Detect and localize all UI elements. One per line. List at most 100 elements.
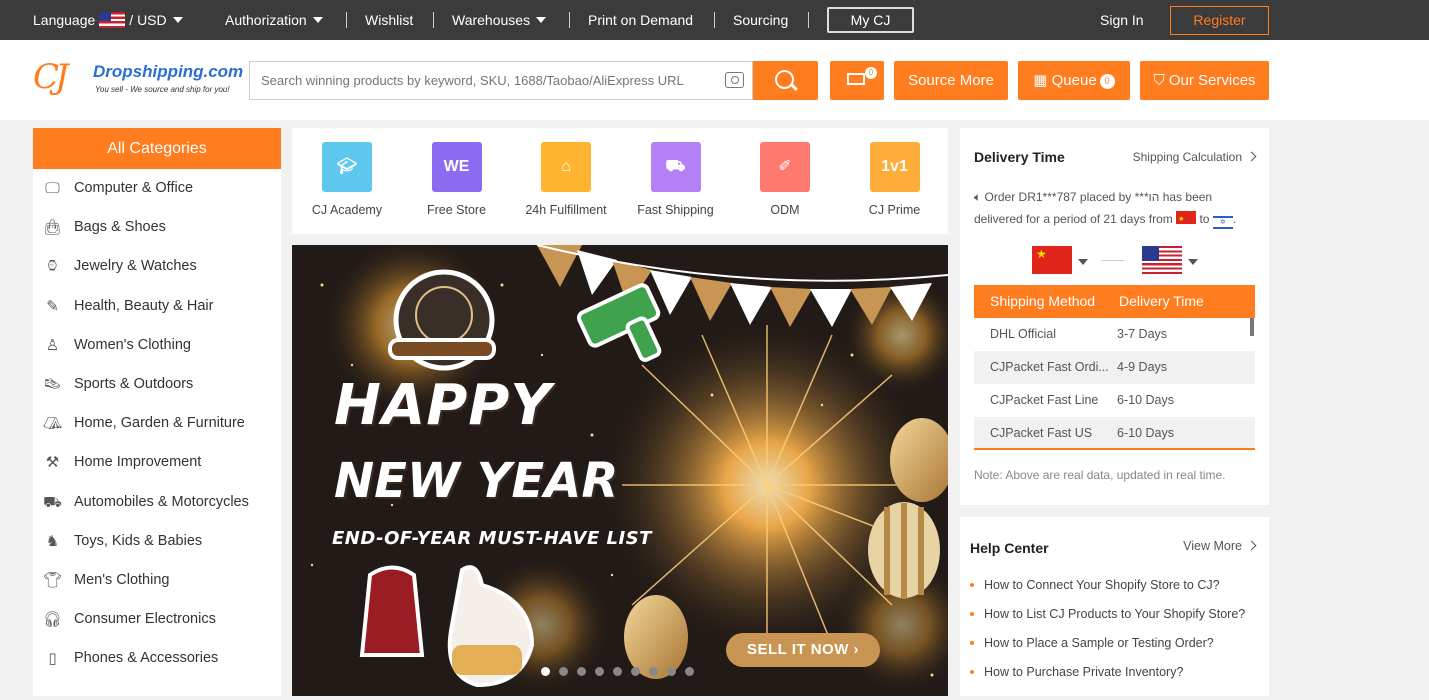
queue-count-badge: 0	[1099, 74, 1115, 89]
promo-banner[interactable]: HAPPY NEW YEAR END-OF-YEAR MUST-HAVE LIS…	[292, 245, 948, 696]
quick-link-label: CJ Academy	[311, 203, 383, 217]
sofa-icon: ⛺︎	[43, 415, 63, 433]
category-item[interactable]: 👟︎ Sports & Outdoors	[33, 365, 281, 404]
cart-button[interactable]: 0	[830, 61, 884, 100]
shipping-table-header: Shipping Method Delivery Time	[974, 285, 1255, 318]
carousel-dot[interactable]	[649, 667, 658, 676]
divider	[433, 12, 434, 28]
israel-flag-icon: ✡	[1212, 216, 1233, 229]
delivery-message: 🔈︎ Order DR1***787 placed by ***הו has b…	[974, 186, 1259, 231]
our-services-button[interactable]: ⛉ Our Services	[1140, 61, 1269, 100]
category-item[interactable]: ⛺︎ Home, Garden & Furniture	[33, 404, 281, 443]
us-flag-icon	[99, 12, 126, 28]
category-label: Home Improvement	[74, 454, 202, 471]
quick-link[interactable]: 🎓︎ CJ Academy	[292, 142, 402, 217]
search-button[interactable]	[753, 61, 818, 100]
carousel-dot[interactable]	[541, 667, 550, 676]
sneaker-icon: 👟︎	[43, 375, 63, 393]
category-item[interactable]: 👕︎ Men's Clothing	[33, 561, 281, 600]
chevron-down-icon	[536, 17, 547, 23]
all-categories-header[interactable]: All Categories	[33, 128, 281, 169]
delivery-time-cell: 3-7 Days	[1117, 327, 1168, 341]
source-more-label: Source More	[908, 72, 994, 89]
cart-icon	[847, 73, 865, 85]
help-link[interactable]: How to Connect Your Shopify Store to CJ?	[970, 575, 1245, 604]
delivery-to-label: to	[1199, 212, 1210, 226]
category-sidebar: All Categories 🖵︎ Computer & Office 👜︎ Bags…	[33, 128, 281, 696]
carousel-dot[interactable]	[631, 667, 640, 676]
quick-link[interactable]: ⌂ 24h Fulfillment	[511, 142, 621, 217]
quick-link-label: ODM	[770, 203, 800, 217]
ruler-pencil-icon: ✐	[760, 142, 810, 192]
sign-in-link[interactable]: Sign In	[1100, 0, 1144, 40]
china-flag-icon	[1176, 209, 1197, 231]
banner-headline-2: NEW YEAR	[334, 453, 619, 509]
carousel-dot[interactable]	[559, 667, 568, 676]
language-label: Language	[33, 12, 96, 28]
authorization-menu[interactable]: Authorization	[225, 0, 323, 40]
logo-name: Dropshipping.com	[93, 62, 244, 81]
column-shipping-method: Shipping Method	[990, 293, 1096, 309]
chevron-right-icon: ›	[853, 641, 860, 658]
rocking-horse-icon: ♞	[45, 532, 60, 550]
register-button[interactable]: Register	[1170, 6, 1269, 35]
search-input[interactable]	[250, 62, 720, 99]
help-link[interactable]: How to Purchase Private Inventory?	[970, 662, 1245, 691]
carousel-dot[interactable]	[613, 667, 622, 676]
chevron-down-icon	[1078, 259, 1088, 265]
sourcing-link[interactable]: Sourcing	[733, 0, 788, 40]
help-link[interactable]: How to Place a Sample or Testing Order?	[970, 633, 1245, 662]
quick-link[interactable]: WE Free Store	[402, 142, 512, 217]
carousel-dot[interactable]	[685, 667, 694, 676]
category-item[interactable]: ⛟︎ Automobiles & Motorcycles	[33, 483, 281, 522]
logo-tagline: You sell - We source and ship for you!	[95, 85, 230, 94]
category-label: Bags & Shoes	[74, 219, 166, 236]
arrow-right-icon	[1102, 260, 1124, 261]
source-more-button[interactable]: Source More	[894, 61, 1008, 100]
quick-link[interactable]: 1v1 CJ Prime	[840, 142, 950, 217]
shipping-calculation-label: Shipping Calculation	[1132, 150, 1242, 164]
quick-link[interactable]: ⛟︎ Fast Shipping	[621, 142, 731, 217]
category-item[interactable]: ♙ Women's Clothing	[33, 326, 281, 365]
category-item[interactable]: ⌚︎ Jewelry & Watches	[33, 247, 281, 286]
cart-count-badge: 0	[865, 67, 877, 79]
category-item[interactable]: 🎧︎ Consumer Electronics	[33, 600, 281, 639]
shipping-method-cell: CJPacket Fast Ordi...	[990, 360, 1109, 374]
category-label: Automobiles & Motorcycles	[74, 493, 249, 510]
carousel-dot[interactable]	[577, 667, 586, 676]
chevron-right-icon	[1246, 151, 1257, 162]
wishlist-link[interactable]: Wishlist	[365, 0, 413, 40]
category-item[interactable]: ♞ Toys, Kids & Babies	[33, 522, 281, 561]
category-item[interactable]: 🖵︎ Computer & Office	[33, 169, 281, 208]
view-more-link[interactable]: View More	[1183, 539, 1257, 553]
my-cj-button[interactable]: My CJ	[827, 7, 914, 33]
we-store-icon: WE	[431, 142, 482, 192]
services-icon: ⛉	[1153, 72, 1169, 89]
scrollbar[interactable]	[1250, 318, 1254, 336]
carousel-dot[interactable]	[595, 667, 604, 676]
shipping-calculation-link[interactable]: Shipping Calculation	[1132, 150, 1257, 164]
category-item[interactable]: ▯ Phones & Accessories	[33, 639, 281, 678]
category-item[interactable]: ✎ Health, Beauty & Hair	[33, 287, 281, 326]
sell-it-now-button[interactable]: SELL IT NOW ›	[726, 633, 880, 667]
help-links-list: How to Connect Your Shopify Store to CJ?…	[970, 575, 1245, 691]
camera-icon[interactable]	[725, 72, 744, 88]
logo[interactable]: CJ Dropshipping.com You sell - We source…	[33, 57, 243, 103]
warehouses-menu[interactable]: Warehouses	[452, 0, 547, 40]
quick-link[interactable]: ✐ ODM	[730, 142, 840, 217]
shipping-table-body[interactable]: DHL Official 3-7 Days CJPacket Fast Ordi..…	[974, 318, 1255, 450]
category-label: Women's Clothing	[74, 336, 191, 353]
banner-subtitle: END-OF-YEAR MUST-HAVE LIST	[332, 528, 652, 549]
category-item[interactable]: ⚒︎ Home Improvement	[33, 443, 281, 482]
divider	[714, 12, 715, 28]
monitor-icon: 🖵︎	[45, 180, 60, 197]
print-on-demand-link[interactable]: Print on Demand	[588, 0, 693, 40]
language-currency-selector[interactable]: Language / USD	[33, 0, 183, 40]
help-link[interactable]: How to List CJ Products to Your Shopify …	[970, 604, 1245, 633]
category-label: Computer & Office	[74, 180, 194, 196]
carousel-dot[interactable]	[667, 667, 676, 676]
top-navigation-bar: Language / USD Authorization Wishlist War…	[0, 0, 1429, 40]
category-item[interactable]: 👜︎ Bags & Shoes	[33, 208, 281, 247]
queue-button[interactable]: ▦ Queue 0	[1018, 61, 1130, 100]
category-label: Toys, Kids & Babies	[74, 532, 203, 549]
